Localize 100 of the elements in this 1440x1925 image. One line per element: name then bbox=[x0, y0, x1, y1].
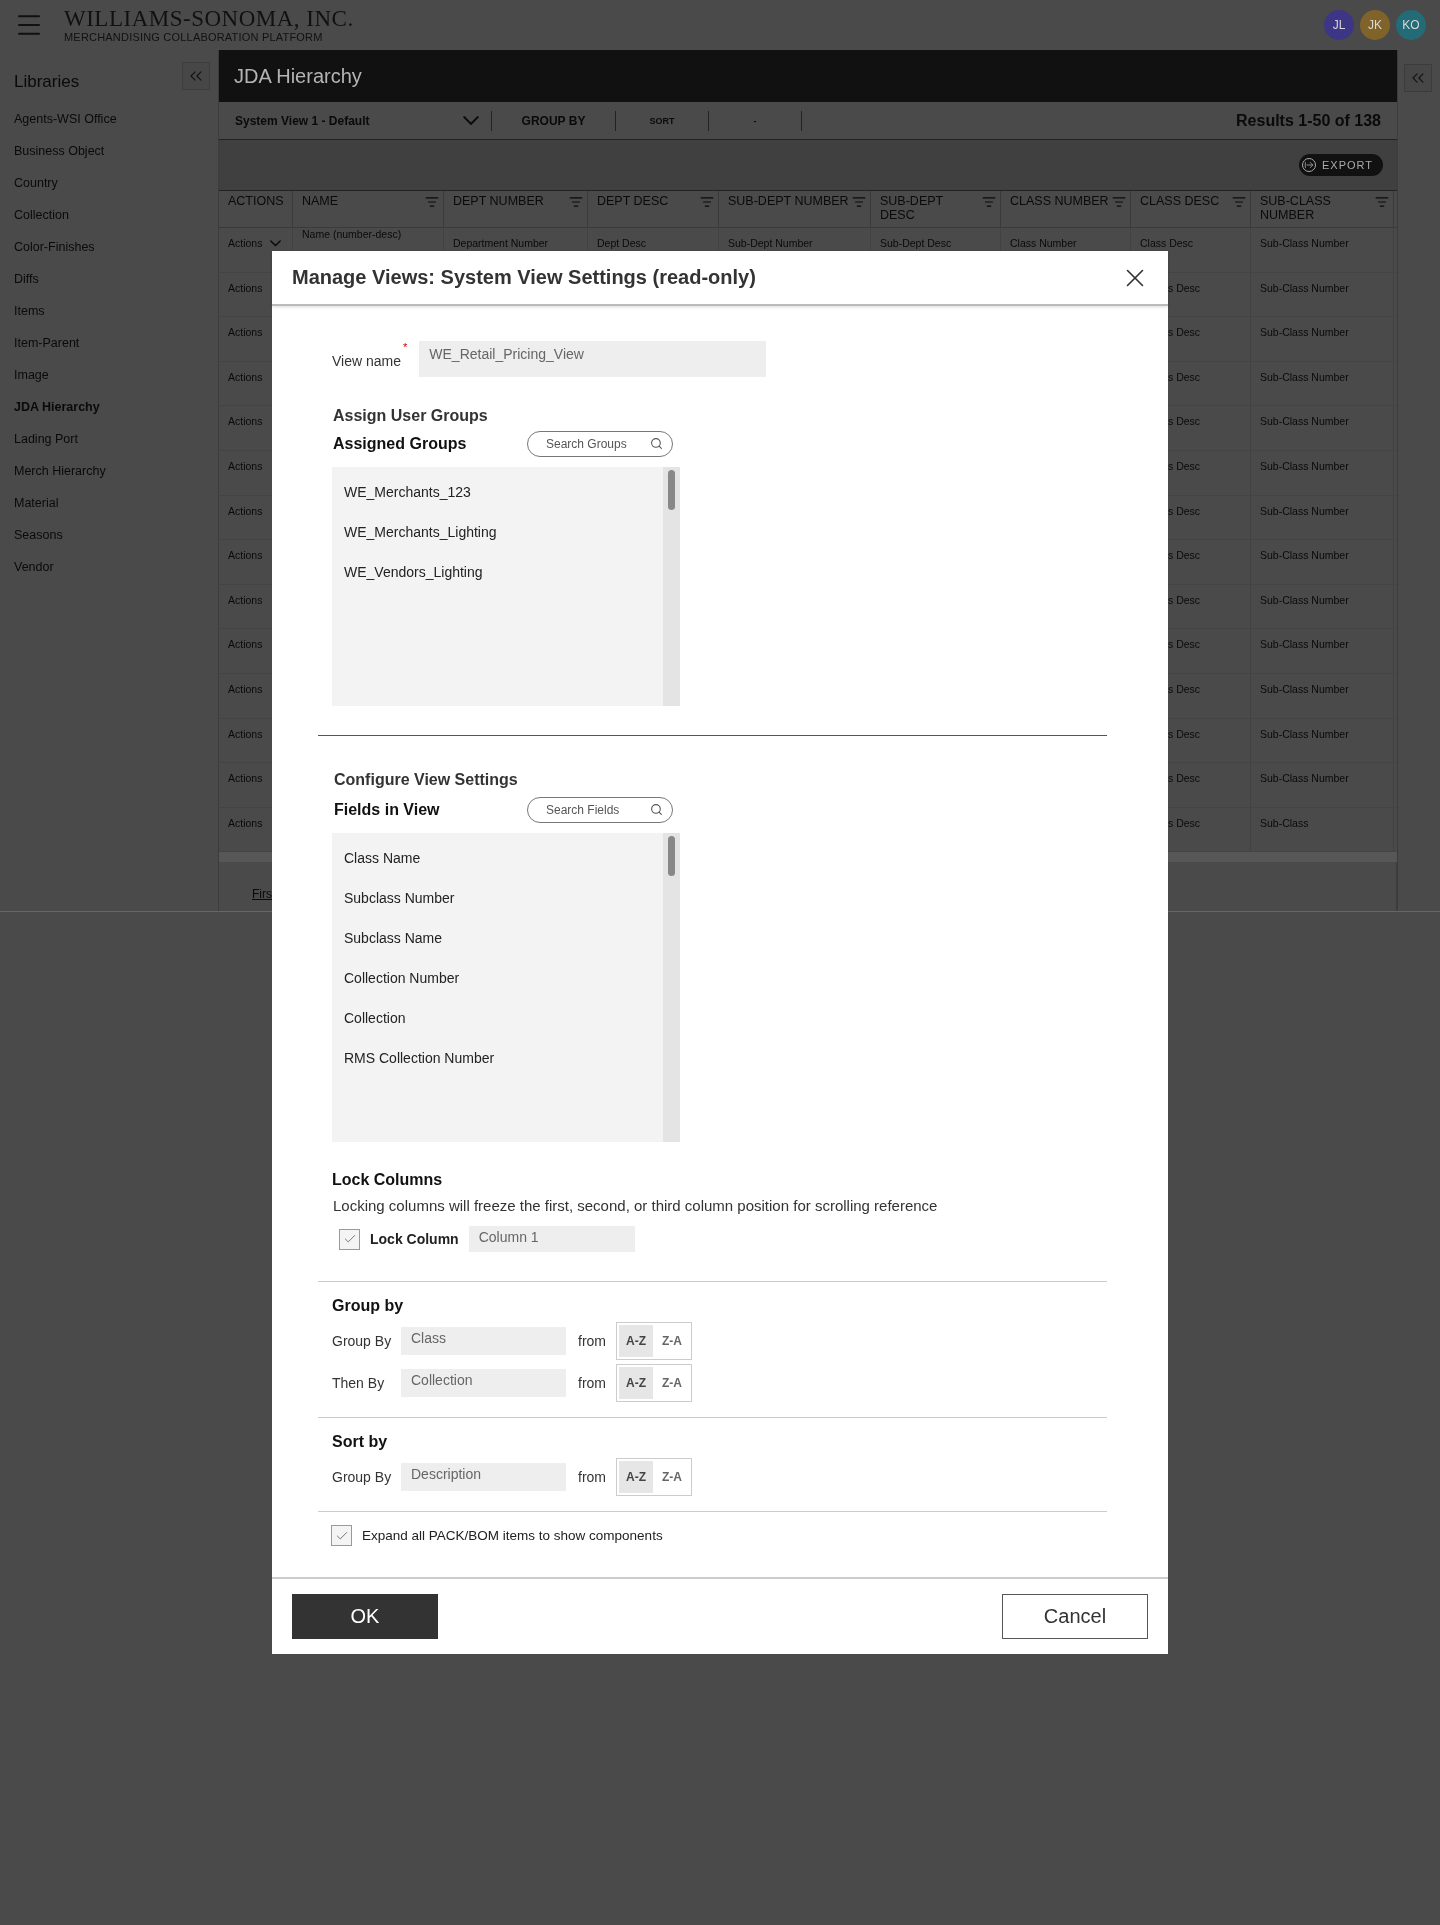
column-header[interactable]: CLASS DESC bbox=[1131, 191, 1251, 227]
filter-icon[interactable] bbox=[1375, 195, 1389, 209]
table-cell: Sub-Class Number bbox=[1260, 593, 1349, 606]
actions-menu[interactable]: Actions bbox=[228, 370, 263, 383]
sidebar-item[interactable]: Business Object bbox=[14, 144, 105, 176]
list-item[interactable]: Collection bbox=[344, 1010, 406, 1050]
actions-menu[interactable]: Actions bbox=[228, 682, 263, 695]
group-by-button[interactable]: GROUP BY bbox=[492, 113, 615, 128]
actions-menu[interactable]: Actions bbox=[228, 593, 263, 606]
sidebar-item[interactable]: Country bbox=[14, 176, 58, 208]
filter-icon[interactable] bbox=[425, 195, 439, 209]
sort-order-toggle[interactable]: A-Z Z-A bbox=[616, 1364, 692, 1402]
results-count: Results 1-50 of 138 bbox=[1236, 111, 1381, 130]
actions-menu[interactable]: Actions bbox=[228, 326, 263, 339]
list-item[interactable]: Subclass Number bbox=[344, 890, 455, 930]
column-header[interactable]: SUB-DEPT NUMBER bbox=[719, 191, 871, 227]
logo-subtitle: MERCHANDISING COLLABORATION PLATFORM bbox=[64, 32, 324, 43]
filter-icon[interactable] bbox=[852, 195, 866, 209]
list-item[interactable]: WE_Merchants_123 bbox=[344, 484, 471, 524]
column-header[interactable]: NAME bbox=[293, 191, 444, 227]
search-field[interactable]: Search Fields bbox=[527, 797, 673, 823]
list-item[interactable]: WE_Merchants_Lighting bbox=[344, 524, 497, 564]
input-field[interactable]: Column 1 bbox=[468, 1226, 635, 1252]
table-cell: Dept Desc bbox=[597, 237, 647, 250]
list-item[interactable]: WE_Vendors_Lighting bbox=[344, 564, 483, 604]
filter-icon[interactable] bbox=[1232, 195, 1246, 209]
sidebar-item[interactable]: Image bbox=[14, 368, 49, 400]
ok-button[interactable]: OK bbox=[292, 1594, 438, 1639]
section-title: Assign User Groups bbox=[333, 407, 488, 425]
sort-order-toggle[interactable]: A-Z Z-A bbox=[616, 1458, 692, 1496]
input-field[interactable]: Collection bbox=[401, 1369, 566, 1397]
column-header[interactable]: ACTIONS bbox=[219, 191, 293, 227]
sidebar-item[interactable]: Agents-WSI Office bbox=[14, 112, 117, 144]
actions-menu[interactable]: Actions bbox=[228, 504, 263, 517]
search-field[interactable]: Search Groups bbox=[527, 431, 673, 457]
sidebar-item[interactable]: Color-Finishes bbox=[14, 240, 95, 272]
avatar[interactable]: JK bbox=[1360, 10, 1390, 40]
pager-link[interactable]: Firs bbox=[252, 887, 272, 902]
search-icon bbox=[650, 437, 663, 450]
sidebar-item[interactable]: Vendor bbox=[14, 560, 54, 592]
filter-icon[interactable] bbox=[700, 195, 714, 209]
table-cell: Sub-Dept Number bbox=[728, 237, 813, 250]
sidebar-item[interactable]: Seasons bbox=[14, 528, 63, 560]
column-header[interactable]: DEPT NUMBER bbox=[444, 191, 588, 227]
toolbar-button[interactable]: - bbox=[709, 115, 801, 126]
table-cell: Sub-Class Number bbox=[1260, 638, 1349, 651]
actions-menu[interactable]: Actions bbox=[228, 772, 263, 785]
sort-button[interactable]: SORT bbox=[616, 115, 708, 126]
description-text: Locking columns will freeze the first, second, or third column position for scrolling reference bbox=[333, 1197, 939, 1214]
filter-icon[interactable] bbox=[569, 195, 583, 209]
checkbox[interactable] bbox=[339, 1228, 360, 1250]
actions-menu[interactable]: Actions bbox=[228, 415, 263, 428]
collapse-button[interactable] bbox=[1404, 64, 1432, 92]
column-header[interactable]: DEPT DESC bbox=[588, 191, 719, 227]
sidebar-item[interactable]: Collection bbox=[14, 208, 69, 240]
sidebar-item[interactable]: Material bbox=[14, 496, 59, 528]
field-label: Group By bbox=[331, 1469, 393, 1485]
sidebar-item[interactable]: Item-Parent bbox=[14, 336, 80, 368]
input-field[interactable]: Description bbox=[401, 1463, 566, 1491]
list-item[interactable]: Subclass Name bbox=[344, 930, 443, 970]
sort-order-option[interactable]: A-Z bbox=[619, 1325, 653, 1357]
export-button[interactable]: EXPORT bbox=[1298, 154, 1383, 176]
input-field[interactable]: WE_Retail_Pricing_View bbox=[419, 341, 767, 377]
sort-order-toggle[interactable]: A-Z Z-A bbox=[616, 1322, 692, 1360]
actions-menu[interactable]: Actions bbox=[228, 549, 263, 562]
sidebar-item[interactable]: JDA Hierarchy bbox=[14, 400, 100, 432]
actions-menu[interactable]: Actions bbox=[228, 459, 263, 473]
sidebar-item[interactable]: Merch Hierarchy bbox=[14, 464, 106, 496]
sidebar-item[interactable]: Lading Port bbox=[14, 432, 78, 464]
scrollbar[interactable] bbox=[663, 467, 680, 706]
filter-icon[interactable] bbox=[1112, 195, 1126, 209]
list-item[interactable]: Collection Number bbox=[344, 970, 460, 1010]
avatar[interactable]: JL bbox=[1324, 10, 1354, 40]
scrollbar[interactable] bbox=[663, 833, 680, 1142]
view-dropdown[interactable]: System View 1 - Default bbox=[235, 113, 491, 128]
actions-menu[interactable]: Actions bbox=[228, 727, 263, 740]
column-header[interactable]: SUB-DEPT DESC bbox=[871, 191, 1001, 227]
filter-icon[interactable] bbox=[982, 195, 996, 209]
sort-order-option[interactable]: A-Z bbox=[619, 1367, 653, 1399]
column-header[interactable]: SUB-CLASS NUMBER bbox=[1251, 191, 1394, 227]
list-item[interactable]: RMS Collection Number bbox=[344, 1050, 495, 1090]
actions-menu[interactable]: Actions bbox=[228, 816, 263, 829]
list-item[interactable]: Class Name bbox=[344, 850, 421, 890]
actions-menu[interactable]: Actions bbox=[228, 638, 263, 651]
table-cell: Sub-Class Number bbox=[1260, 549, 1349, 562]
sort-order-option[interactable]: A-Z bbox=[619, 1461, 653, 1493]
actions-menu[interactable]: Actions bbox=[228, 237, 263, 250]
sidebar-item[interactable]: Diffs bbox=[14, 272, 39, 304]
avatar[interactable]: KO bbox=[1396, 10, 1426, 40]
chevron-icon[interactable] bbox=[270, 240, 282, 247]
table-cell: Sub-Class Number bbox=[1260, 281, 1349, 294]
collapse-button[interactable] bbox=[182, 62, 210, 90]
table-cell: Sub-Class Number bbox=[1260, 326, 1349, 339]
sidebar-item[interactable]: Items bbox=[14, 304, 45, 336]
cancel-button[interactable]: Cancel bbox=[1002, 1594, 1148, 1639]
input-field[interactable]: Class bbox=[401, 1327, 566, 1355]
actions-menu[interactable]: Actions bbox=[228, 281, 263, 294]
checkbox[interactable] bbox=[331, 1525, 352, 1546]
column-header[interactable]: CLASS NUMBER bbox=[1001, 191, 1131, 227]
table-cell: Sub-Class Number bbox=[1260, 727, 1349, 740]
